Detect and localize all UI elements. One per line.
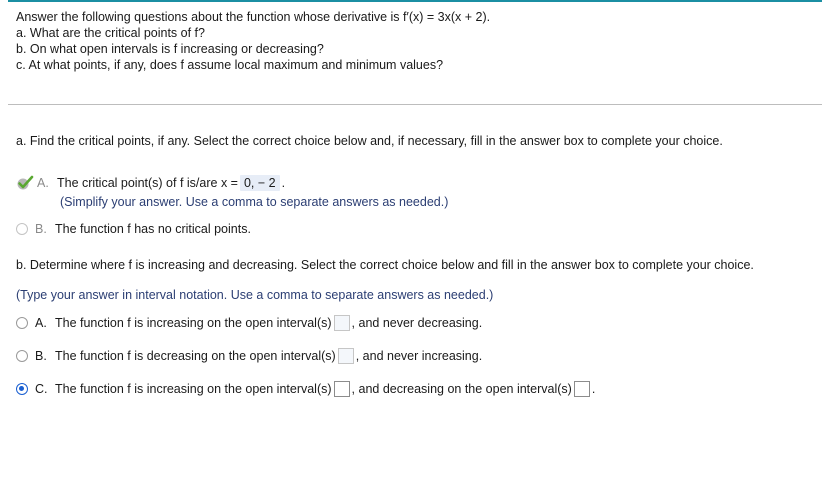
choice-text: The function f is decreasing on the open… — [55, 349, 336, 363]
choice-text-end: , and never decreasing. — [351, 316, 483, 330]
question-part-c: c. At what points, if any, does f assume… — [16, 58, 444, 72]
choice-letter: B. — [35, 222, 47, 236]
part-b-hint: (Type your answer in interval notation. … — [16, 288, 494, 302]
choice-text-middle: , and decreasing on the open interval(s) — [351, 382, 572, 396]
part-b-choice-b[interactable]: B. The function f is decreasing on the o… — [16, 346, 482, 366]
radio-button[interactable] — [16, 223, 28, 235]
increasing-interval-input[interactable] — [333, 381, 350, 397]
decreasing-interval-input[interactable] — [337, 348, 354, 364]
choice-text-end: . — [281, 176, 286, 190]
choice-text: The critical point(s) of f is/are x = — [57, 176, 238, 190]
choice-letter: C. — [35, 382, 48, 396]
choice-letter: A. — [35, 316, 47, 330]
section-divider — [8, 104, 822, 105]
part-a-hint: (Simplify your answer. Use a comma to se… — [60, 195, 449, 209]
question-prompt: Answer the following questions about the… — [16, 9, 490, 73]
choice-letter: A. — [37, 176, 49, 190]
choice-letter: B. — [35, 349, 47, 363]
top-accent-rule — [8, 0, 822, 2]
radio-button-selected[interactable] — [16, 383, 28, 395]
part-a-heading: a. Find the critical points, if any. Sel… — [16, 134, 723, 148]
radio-button[interactable] — [16, 317, 28, 329]
part-b-heading: b. Determine where f is increasing and d… — [16, 258, 754, 272]
decreasing-interval-input[interactable] — [573, 381, 590, 397]
part-a-choice-a: A. The critical point(s) of f is/are x =… — [16, 173, 285, 193]
checkmark-icon — [17, 175, 34, 190]
part-b-choice-c[interactable]: C. The function f is increasing on the o… — [16, 379, 595, 399]
question-part-b: b. On what open intervals is f increasin… — [16, 42, 324, 56]
part-b-choice-a[interactable]: A. The function f is increasing on the o… — [16, 313, 482, 333]
question-intro: Answer the following questions about the… — [16, 10, 491, 24]
choice-text: The function f is increasing on the open… — [55, 316, 332, 330]
critical-points-answer[interactable]: 0, − 2 — [239, 175, 280, 191]
radio-button[interactable] — [16, 350, 28, 362]
choice-text-end: , and never increasing. — [355, 349, 483, 363]
increasing-interval-input[interactable] — [333, 315, 350, 331]
choice-text-end: . — [591, 382, 596, 396]
choice-text: The function f is increasing on the open… — [55, 382, 332, 396]
choice-text: The function f has no critical points. — [55, 222, 251, 236]
question-part-a: a. What are the critical points of f? — [16, 26, 205, 40]
part-a-choice-b[interactable]: B. The function f has no critical points… — [16, 219, 251, 239]
